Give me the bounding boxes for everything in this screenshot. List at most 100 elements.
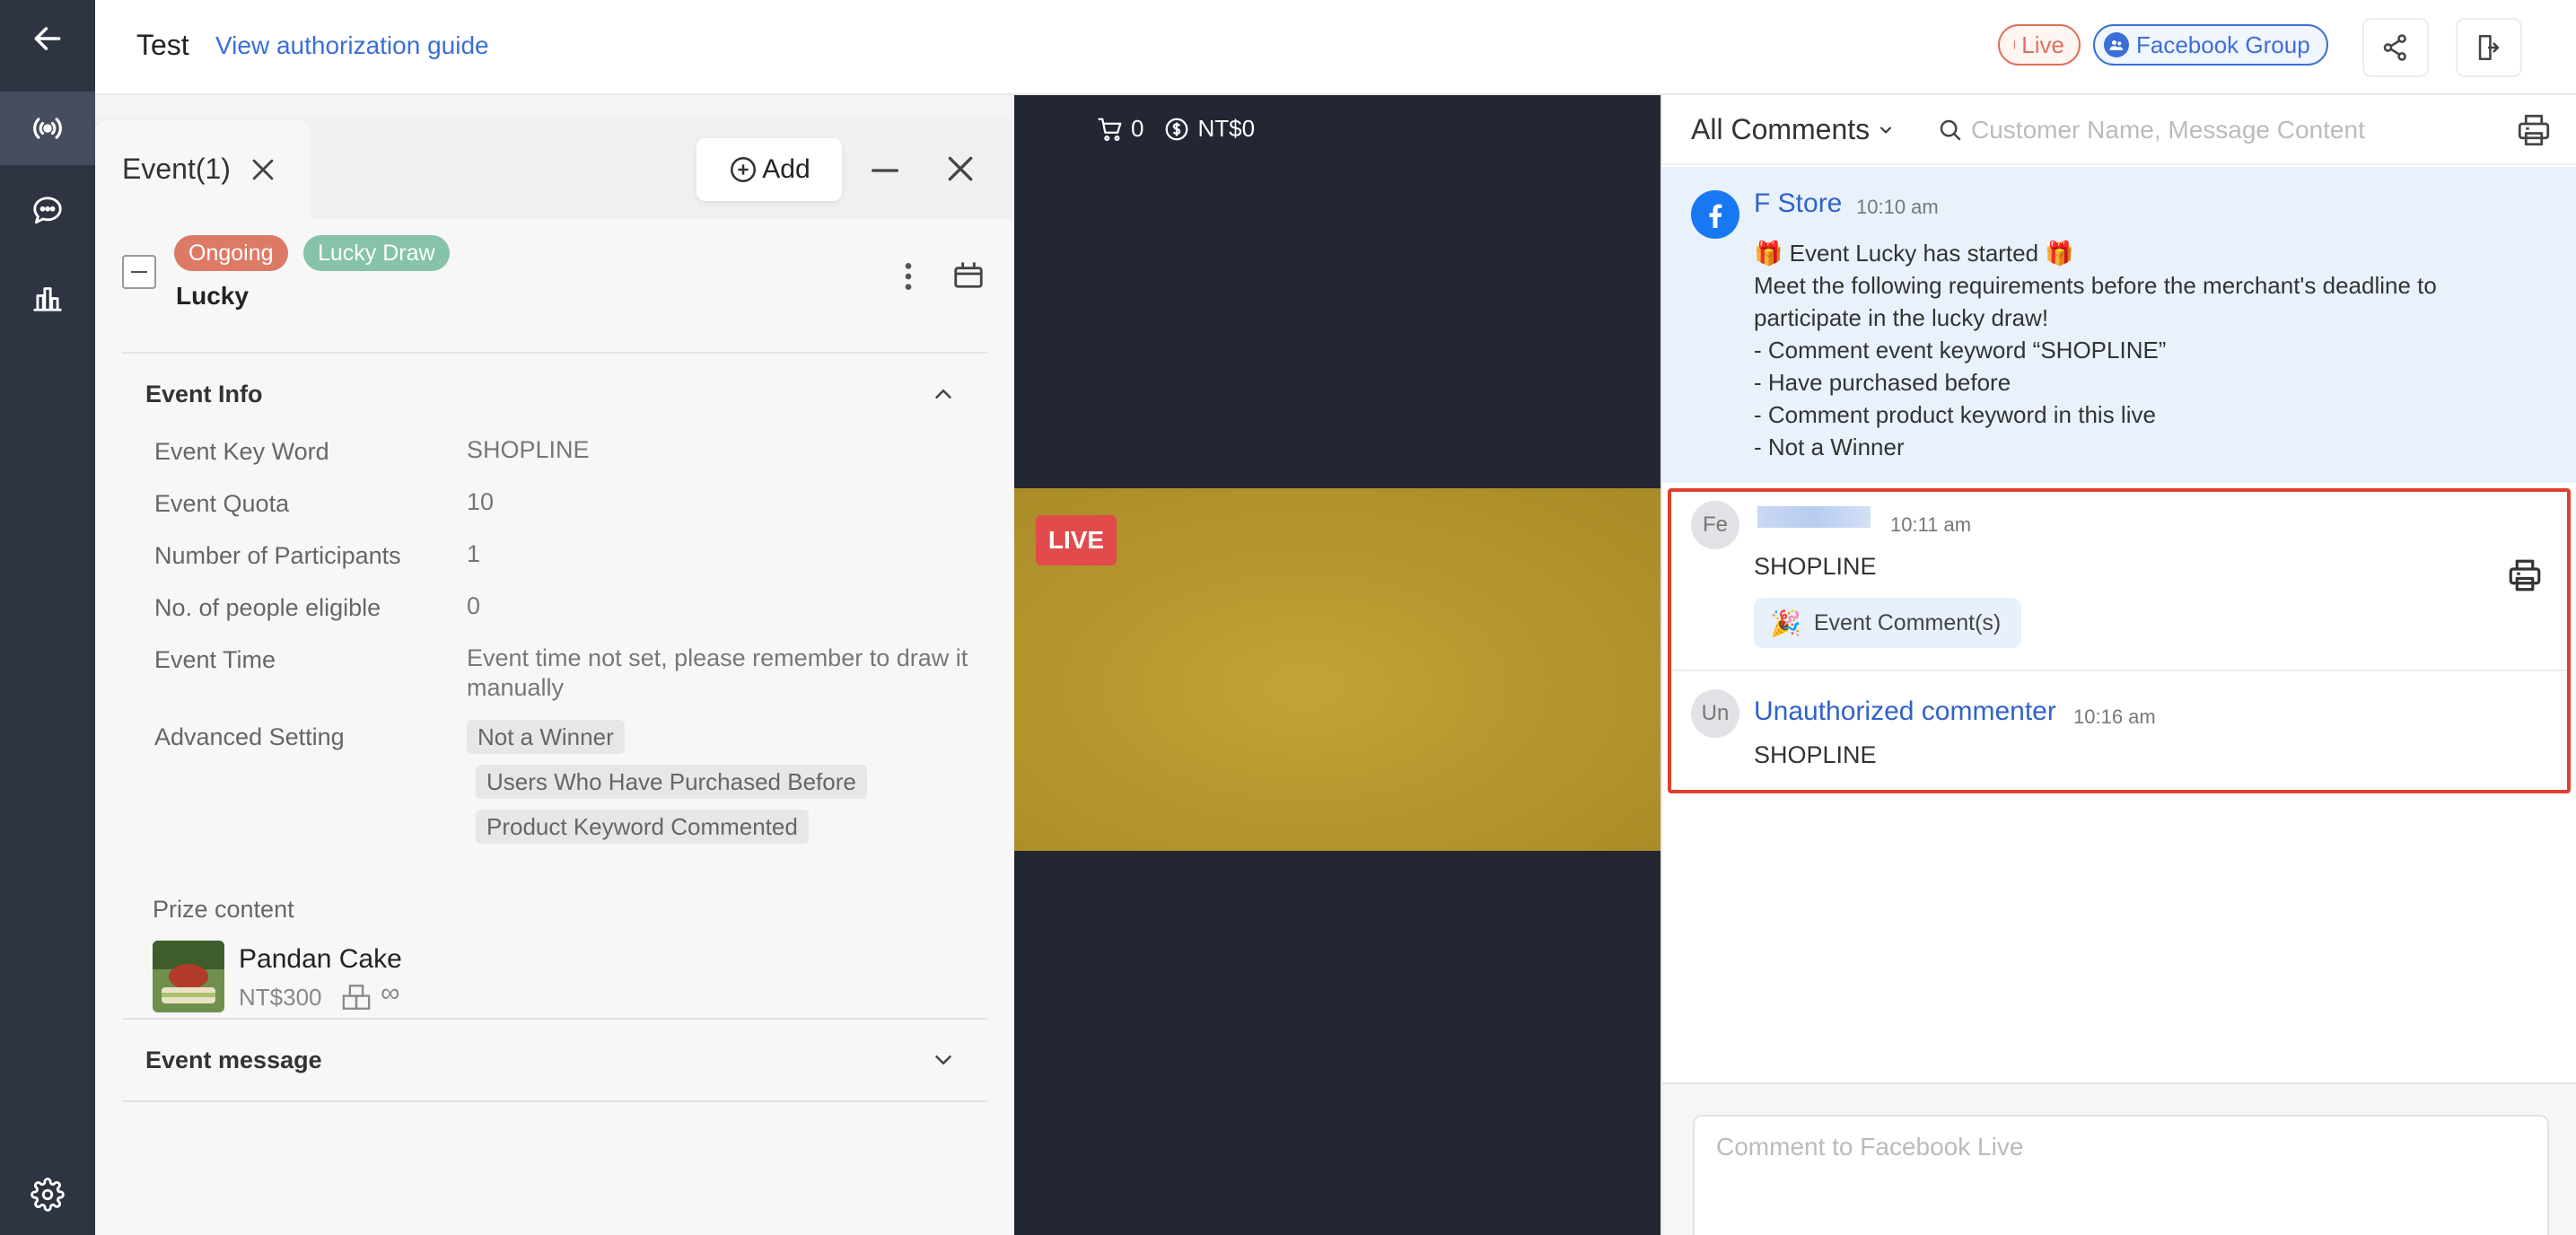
share-button[interactable] <box>2362 18 2429 77</box>
video-stats: 0 NT$0 <box>1097 115 1255 143</box>
comment-composer <box>1662 1082 2576 1235</box>
facebook-group-chip[interactable]: Facebook Group <box>2093 24 2328 66</box>
event-panel: Event(1) Add Ongoing Lucky Draw Lucky Ev… <box>95 120 1014 1235</box>
dollar-coin-icon <box>1166 118 1188 140</box>
info-value-eligible: 0 <box>467 592 481 619</box>
event-comment-label: Event Comment(s) <box>1813 609 2002 635</box>
rail-item-settings[interactable] <box>0 1161 95 1228</box>
comment-time: 10:10 am <box>1856 196 1939 218</box>
rail-item-chat[interactable] <box>0 178 95 244</box>
top-header: Test View authorization guide Live Faceb… <box>95 0 2576 95</box>
add-event-button[interactable]: Add <box>697 138 842 201</box>
info-label-keyword: Event Key Word <box>154 438 329 465</box>
blurred-author-name <box>1757 506 1871 528</box>
live-badge: LIVE <box>1036 515 1117 565</box>
printer-icon[interactable] <box>2515 111 2553 149</box>
chat-icon <box>33 197 62 224</box>
event-message-title[interactable]: Event message <box>145 1047 322 1074</box>
plus-circle-icon <box>731 156 757 183</box>
chevron-down-icon[interactable] <box>930 1047 957 1073</box>
revenue-amount: NT$0 <box>1197 115 1256 142</box>
live-broadcast-icon <box>33 118 62 139</box>
left-rail <box>0 0 95 1235</box>
analytics-icon <box>33 287 62 311</box>
back-arrow-icon <box>34 27 61 50</box>
live-status-chip: Live <box>1998 24 2081 66</box>
event-comment-chip[interactable]: 🎉 Event Comment(s) <box>1754 598 2021 648</box>
collapse-event-button[interactable] <box>122 255 156 289</box>
comments-toolbar: All Comments <box>1662 95 2576 165</box>
search-icon <box>1940 119 1961 141</box>
rail-item-analytics[interactable] <box>0 264 95 330</box>
share-icon <box>2383 34 2406 61</box>
divider <box>122 1018 987 1020</box>
stock-boxes-icon <box>342 985 371 1010</box>
comments-panel: All Comments F Store 10:10 am 🎁 Event Lu… <box>1660 95 2576 1235</box>
chevron-down-icon <box>1880 127 1892 133</box>
info-value-participants: 1 <box>467 540 481 567</box>
exit-door-icon <box>2478 34 2500 61</box>
prize-price: NT$300 <box>239 984 322 1011</box>
live-video-area: 0 NT$0 LIVE <box>1014 95 1660 1235</box>
prize-stock-value: ∞ <box>381 978 400 1008</box>
minimize-icon[interactable] <box>867 153 903 188</box>
event-name: Lucky <box>176 282 249 310</box>
info-value-keyword: SHOPLINE <box>467 436 590 463</box>
info-label-quota: Event Quota <box>154 490 290 517</box>
advanced-tag: Not a Winner <box>467 720 625 754</box>
event-panel-area: Event(1) Add Ongoing Lucky Draw Lucky Ev… <box>95 95 1014 1235</box>
settings-icon <box>31 1178 65 1212</box>
prize-name: Pandan Cake <box>239 944 402 974</box>
comment-search-input[interactable] <box>1971 109 2420 151</box>
comment-text: SHOPLINE <box>1754 741 1877 768</box>
close-panel-icon[interactable] <box>942 151 978 187</box>
divider <box>122 352 987 354</box>
comment-time: 10:16 am <box>2073 705 2156 728</box>
event-tab-title: Event(1) <box>122 153 231 185</box>
facebook-group-label: Facebook Group <box>2136 31 2310 58</box>
comment-text: 🎁 Event Lucky has started 🎁 Meet the fol… <box>1754 240 2437 460</box>
event-info-title[interactable]: Event Info <box>145 381 263 408</box>
rail-item-live[interactable] <box>0 92 95 165</box>
page-title: Test <box>136 29 189 61</box>
video-frame[interactable]: LIVE <box>1014 488 1660 851</box>
party-popper-icon: 🎉 <box>1770 609 1801 637</box>
event-type-badge: Lucky Draw <box>303 235 450 271</box>
info-value-quota: 10 <box>467 488 495 515</box>
tab-event[interactable]: Event(1) <box>95 120 311 219</box>
gift-box-icon[interactable] <box>951 257 986 291</box>
event-header: Ongoing Lucky Draw Lucky <box>122 235 987 334</box>
comment-filter-dropdown[interactable]: All Comments <box>1691 113 1895 146</box>
prize-content-label: Prize content <box>153 896 294 923</box>
chevron-up-icon[interactable] <box>930 381 957 407</box>
divider <box>122 1100 987 1102</box>
info-label-participants: Number of Participants <box>154 542 401 569</box>
exit-button[interactable] <box>2456 18 2522 77</box>
status-badge: Ongoing <box>174 235 288 271</box>
live-status-label: Live <box>2021 31 2064 58</box>
info-value-event-time: Event time not set, please remember to d… <box>467 644 968 701</box>
divider <box>1671 670 2567 671</box>
back-button[interactable] <box>0 5 95 72</box>
add-event-label: Add <box>762 154 810 184</box>
comment-author[interactable]: F Store <box>1754 188 1842 219</box>
advanced-tag: Users Who Have Purchased Before <box>476 765 867 799</box>
comment-author[interactable]: Unauthorized commenter <box>1754 696 2056 727</box>
comment-time: 10:11 am <box>1890 513 1972 536</box>
comment-item: F Store 10:10 am 🎁 Event Lucky has start… <box>1662 167 2576 483</box>
comment-input[interactable] <box>1693 1115 2549 1235</box>
info-label-eligible: No. of people eligible <box>154 594 381 621</box>
avatar: Fe <box>1691 501 1739 549</box>
facebook-logo-icon <box>1691 190 1739 239</box>
close-tab-icon[interactable] <box>248 154 278 185</box>
authorization-guide-link[interactable]: View authorization guide <box>215 31 489 60</box>
info-label-advanced: Advanced Setting <box>154 723 345 750</box>
group-icon <box>2104 32 2129 57</box>
event-tab-row: Event(1) Add <box>95 120 1014 219</box>
info-label-event-time: Event Time <box>154 646 276 673</box>
prize-thumbnail <box>153 941 224 1012</box>
avatar: Un <box>1691 689 1739 738</box>
more-options-icon[interactable] <box>899 258 917 294</box>
printer-icon[interactable] <box>2506 556 2544 594</box>
cart-count: 0 <box>1131 115 1144 142</box>
